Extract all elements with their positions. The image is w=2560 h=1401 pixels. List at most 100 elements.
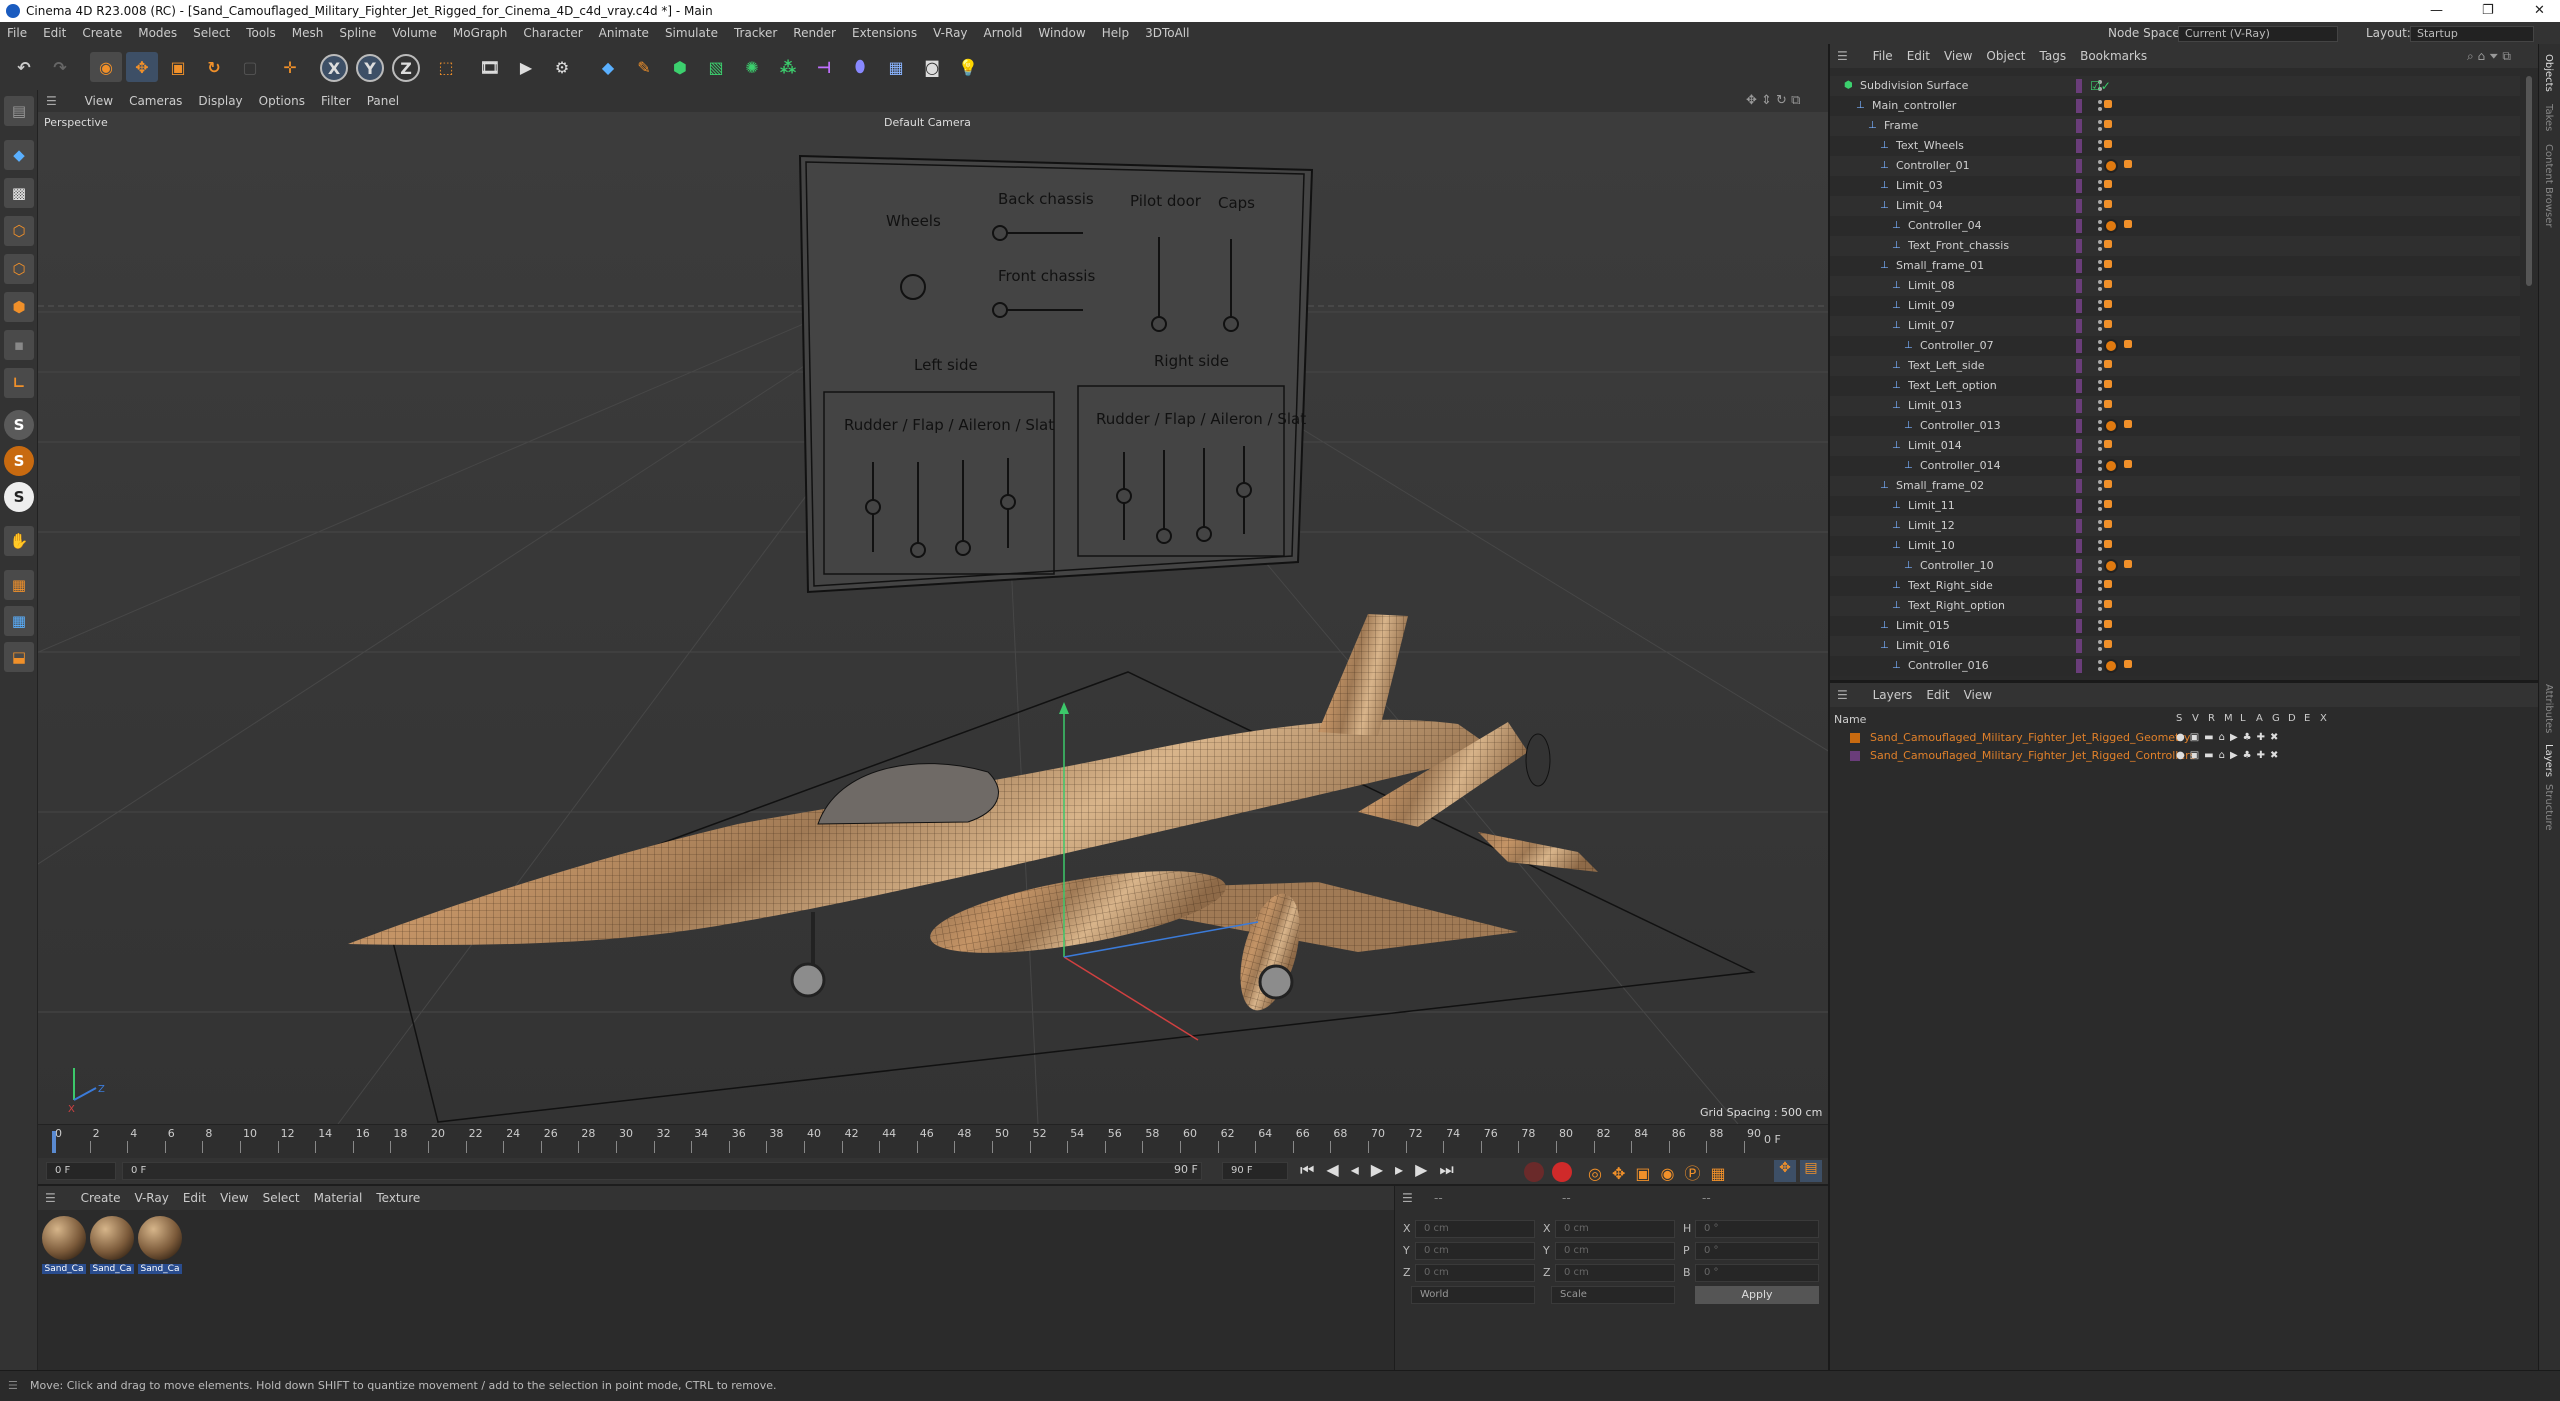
object-menu-object[interactable]: Object bbox=[1979, 44, 2032, 68]
move-tool-icon[interactable]: ✥ bbox=[126, 52, 158, 82]
side-tab-structure[interactable]: Structure bbox=[2543, 784, 2554, 831]
layer-color-swatch[interactable] bbox=[2076, 539, 2082, 553]
layer-menu-edit[interactable]: Edit bbox=[1919, 683, 1956, 707]
camera-icon[interactable]: ◙ bbox=[916, 52, 948, 82]
hamburger-icon[interactable]: ☰ bbox=[1395, 1186, 1420, 1210]
menu-select[interactable]: Select bbox=[186, 22, 239, 44]
layer-menu-layers[interactable]: Layers bbox=[1866, 683, 1920, 707]
menu-extensions[interactable]: Extensions bbox=[845, 22, 926, 44]
editor-visibility-dot[interactable] bbox=[2098, 480, 2102, 484]
material-menu-view[interactable]: View bbox=[213, 1186, 255, 1210]
record-icon[interactable] bbox=[1524, 1162, 1544, 1182]
editor-visibility-dot[interactable] bbox=[2098, 200, 2102, 204]
layer-color-swatch[interactable] bbox=[2076, 499, 2082, 513]
transform-tool-icon[interactable]: ✛ bbox=[274, 52, 306, 82]
layer-color-swatch[interactable] bbox=[2076, 399, 2082, 413]
expression-tag-icon[interactable] bbox=[2104, 339, 2118, 353]
layer-color-swatch[interactable] bbox=[2076, 599, 2082, 613]
coord-position-field[interactable]: 0 cm bbox=[1415, 1264, 1535, 1282]
editor-visibility-dot[interactable] bbox=[2098, 320, 2102, 324]
object-name[interactable]: Controller_014 bbox=[1920, 456, 2001, 476]
expression-tag-icon[interactable] bbox=[2104, 559, 2118, 573]
keyframe-tools[interactable]: ◎✥▣◉Ⓟ▦ bbox=[1588, 1160, 1736, 1184]
object-row[interactable]: ⊥ Frame bbox=[1830, 116, 2520, 136]
editor-visibility-dot[interactable] bbox=[2098, 220, 2102, 224]
object-menu-view[interactable]: View bbox=[1937, 44, 1979, 68]
side-tab-layers[interactable]: Layers bbox=[2543, 744, 2554, 777]
close-button[interactable]: ✕ bbox=[2534, 0, 2545, 22]
dopesheet-icon[interactable]: ▤ bbox=[1800, 1160, 1822, 1182]
object-name[interactable]: Limit_016 bbox=[1896, 636, 1950, 656]
object-row[interactable]: ⊥ Controller_07 bbox=[1830, 336, 2520, 356]
viewport-navigation-icons[interactable]: ✥ ⇕ ↻ ⧉ bbox=[1738, 90, 1808, 112]
object-name[interactable]: Limit_04 bbox=[1896, 196, 1943, 216]
layer-tag-icon[interactable] bbox=[2104, 360, 2112, 368]
layer-row[interactable]: Sand_Camouflaged_Military_Fighter_Jet_Ri… bbox=[1830, 729, 2530, 747]
layer-color-swatch[interactable] bbox=[2076, 219, 2082, 233]
viewport-menu-filter[interactable]: Filter bbox=[313, 90, 359, 112]
object-row[interactable]: ⊥ Limit_08 bbox=[1830, 276, 2520, 296]
object-name[interactable]: Controller_10 bbox=[1920, 556, 1994, 576]
z-axis-lock-button[interactable]: Z bbox=[392, 54, 420, 82]
render-visibility-dot[interactable] bbox=[2098, 167, 2102, 171]
polygons-mode-icon[interactable]: ⬢ bbox=[4, 292, 34, 322]
object-name[interactable]: Controller_04 bbox=[1908, 216, 1982, 236]
editor-visibility-dot[interactable] bbox=[2098, 100, 2102, 104]
node-space-dropdown[interactable]: Current (V-Ray) bbox=[2178, 25, 2338, 42]
model-mode-icon[interactable]: ◆ bbox=[4, 140, 34, 170]
layer-tag-icon[interactable] bbox=[2104, 240, 2112, 248]
render-visibility-dot[interactable] bbox=[2098, 447, 2102, 451]
live-selection-icon[interactable]: ◉ bbox=[90, 52, 122, 82]
layer-color-swatch[interactable] bbox=[2076, 379, 2082, 393]
object-name[interactable]: Controller_013 bbox=[1920, 416, 2001, 436]
render-visibility-dot[interactable] bbox=[2098, 287, 2102, 291]
render-visibility-dot[interactable] bbox=[2098, 347, 2102, 351]
menu-tools[interactable]: Tools bbox=[239, 22, 285, 44]
material-swatch[interactable] bbox=[42, 1216, 86, 1260]
object-row[interactable]: ⊥ Small_frame_01 bbox=[1830, 256, 2520, 276]
layer-row[interactable]: Sand_Camouflaged_Military_Fighter_Jet_Ri… bbox=[1830, 747, 2530, 765]
editor-visibility-dot[interactable] bbox=[2098, 580, 2102, 584]
render-visibility-dot[interactable] bbox=[2098, 527, 2102, 531]
object-name[interactable]: Small_frame_01 bbox=[1896, 256, 1984, 276]
menu-volume[interactable]: Volume bbox=[385, 22, 446, 44]
editor-visibility-dot[interactable] bbox=[2098, 300, 2102, 304]
editor-visibility-dot[interactable] bbox=[2098, 340, 2102, 344]
menu-v-ray[interactable]: V-Ray bbox=[926, 22, 976, 44]
constraint-tag-icon[interactable] bbox=[2124, 220, 2132, 228]
layer-tag-icon[interactable] bbox=[2104, 440, 2112, 448]
editor-visibility-dot[interactable] bbox=[2098, 520, 2102, 524]
coord-rotation-field[interactable]: 0 ° bbox=[1695, 1242, 1819, 1260]
render-visibility-dot[interactable] bbox=[2098, 187, 2102, 191]
viewport-menu-display[interactable]: Display bbox=[190, 90, 250, 112]
layer-color-swatch[interactable] bbox=[2076, 139, 2082, 153]
coord-size-field[interactable]: 0 cm bbox=[1555, 1242, 1675, 1260]
object-name[interactable]: Limit_10 bbox=[1908, 536, 1955, 556]
object-row[interactable]: ⊥ Controller_014 bbox=[1830, 456, 2520, 476]
search-icon[interactable]: ⌕ ⌂ ⏷ ⧉ bbox=[2460, 44, 2518, 68]
enabled-check-icon[interactable]: ☑✓ bbox=[2090, 76, 2111, 96]
material-menu-create[interactable]: Create bbox=[74, 1186, 128, 1210]
coord-size-field[interactable]: 0 cm bbox=[1555, 1264, 1675, 1282]
object-menu-tags[interactable]: Tags bbox=[2033, 44, 2074, 68]
layer-tag-icon[interactable] bbox=[2104, 200, 2112, 208]
preview-range-start[interactable]: 0 F bbox=[122, 1162, 1202, 1180]
maximize-button[interactable]: ❐ bbox=[2482, 0, 2494, 22]
layer-color-swatch[interactable] bbox=[2076, 199, 2082, 213]
camera-label[interactable]: Default Camera bbox=[884, 116, 971, 129]
object-name[interactable]: Limit_07 bbox=[1908, 316, 1955, 336]
render-view-icon[interactable]: ▶ bbox=[510, 52, 542, 82]
editor-visibility-dot[interactable] bbox=[2098, 640, 2102, 644]
layer-tag-icon[interactable] bbox=[2104, 600, 2112, 608]
render-visibility-dot[interactable] bbox=[2098, 407, 2102, 411]
material-menu-material[interactable]: Material bbox=[307, 1186, 370, 1210]
layer-tag-icon[interactable] bbox=[2104, 400, 2112, 408]
editor-visibility-dot[interactable] bbox=[2098, 380, 2102, 384]
layer-color-swatch[interactable] bbox=[2076, 659, 2082, 673]
layer-name[interactable]: Sand_Camouflaged_Military_Fighter_Jet_Ri… bbox=[1870, 729, 2190, 747]
workplane-snap-icon[interactable]: S bbox=[4, 482, 34, 512]
menu-tracker[interactable]: Tracker bbox=[727, 22, 786, 44]
object-row[interactable]: ⊥ Text_Wheels bbox=[1830, 136, 2520, 156]
hamburger-icon[interactable]: ☰ bbox=[38, 1186, 63, 1210]
layer-color-swatch[interactable] bbox=[2076, 459, 2082, 473]
